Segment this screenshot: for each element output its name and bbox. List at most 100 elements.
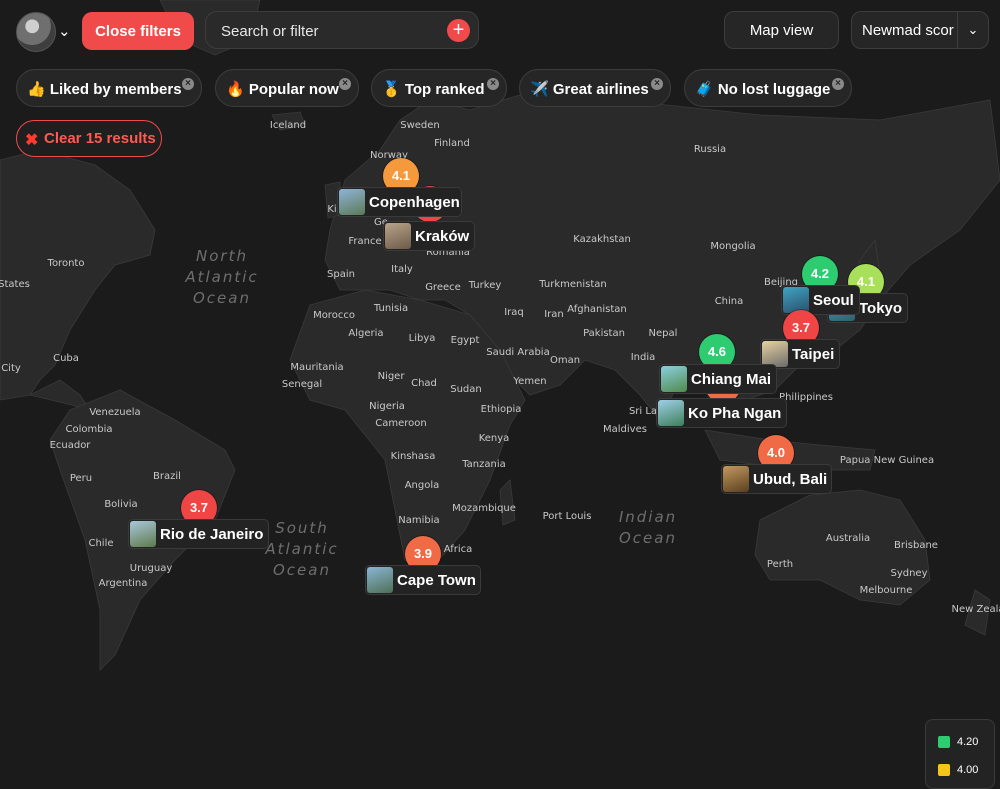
place-label: Maldives (603, 424, 647, 435)
place-label: Libya (409, 333, 436, 344)
chip-label: 🥇 Top ranked (382, 81, 485, 98)
clear-results-button[interactable]: ✖ Clear 15 results (16, 120, 162, 157)
place-label: Turkey (468, 280, 502, 291)
city-name: Kraków (415, 228, 470, 245)
chevron-down-icon[interactable]: ⌄ (58, 22, 71, 40)
filter-chip-liked-by-members[interactable]: 👍 Liked by members × (16, 69, 202, 107)
place-label: Oman (550, 355, 580, 366)
city-name: Taipei (792, 346, 835, 363)
place-label: Chile (88, 538, 113, 549)
plus-icon[interactable]: + (447, 19, 470, 42)
city-thumbnail (783, 287, 809, 313)
place-label: Peru (70, 473, 92, 484)
place-label: Bolivia (104, 499, 137, 510)
city-thumbnail (723, 466, 749, 492)
filter-chip-no-lost-luggage[interactable]: 🧳 No lost luggage × (684, 69, 852, 107)
place-label: Namibia (398, 515, 439, 526)
place-label: Sri La (629, 406, 657, 417)
place-label: Sudan (450, 384, 482, 395)
chip-label: 🔥 Popular now (226, 81, 339, 98)
place-label: Kazakhstan (573, 234, 631, 245)
city-name: Seoul (813, 292, 854, 309)
place-label: Ki (327, 204, 336, 215)
ocean-label-south-atlantic: South Atlantic Ocean (264, 519, 338, 579)
sort-select-value: Newmad score (862, 22, 954, 39)
close-icon[interactable]: × (651, 78, 663, 90)
clear-results-label: Clear 15 results (44, 130, 156, 147)
filter-chip-top-ranked[interactable]: 🥇 Top ranked × (371, 69, 507, 107)
close-icon[interactable]: × (832, 78, 844, 90)
place-label: Port Louis (543, 511, 592, 522)
city-card-ko-pha-ngan[interactable]: Ko Pha Ngan (656, 398, 787, 428)
place-label: Iceland (270, 120, 306, 131)
place-label: India (631, 352, 656, 363)
city-thumbnail (658, 400, 684, 426)
close-icon[interactable]: × (182, 78, 194, 90)
place-label: Egypt (451, 335, 480, 346)
city-thumbnail (367, 567, 393, 593)
place-label: Australia (826, 533, 870, 544)
world-map[interactable]: North Atlantic Ocean South Atlantic Ocean In… (0, 0, 1000, 782)
filter-chip-great-airlines[interactable]: ✈️ Great airlines × (519, 69, 671, 107)
place-label: Argentina (99, 578, 148, 589)
city-card-cape-town[interactable]: Cape Town (365, 565, 481, 595)
place-label: Ethiopia (481, 404, 522, 415)
place-label: Angola (405, 480, 440, 491)
place-label: Senegal (282, 379, 322, 390)
chip-label: 🧳 No lost luggage (695, 81, 831, 98)
place-label: Saudi Arabia (486, 347, 549, 358)
city-name: Ko Pha Ngan (688, 405, 782, 422)
city-card-ubud-bali[interactable]: Ubud, Bali (721, 464, 832, 494)
filter-chip-popular-now[interactable]: 🔥 Popular now × (215, 69, 359, 107)
place-label: Russia (694, 144, 726, 155)
legend-item: 4.20 (938, 736, 979, 749)
search-input[interactable] (219, 20, 433, 42)
place-label: Yemen (512, 376, 546, 387)
city-name: Tokyo (859, 300, 903, 317)
city-name: Cape Town (397, 572, 476, 589)
place-label: Venezuela (89, 407, 140, 418)
place-label: Chad (411, 378, 437, 389)
ocean-label-indian: Indian Ocean (619, 508, 677, 547)
place-label: Iran (544, 309, 564, 320)
place-label: Algeria (348, 328, 383, 339)
search-bar[interactable]: + (205, 11, 479, 49)
place-label: Ecuador (50, 440, 92, 451)
place-label: China (715, 296, 744, 307)
place-label: Kenya (479, 433, 510, 444)
close-filters-button[interactable]: Close filters (82, 12, 194, 50)
chevron-down-icon[interactable]: ⌄ (957, 12, 988, 48)
place-label: New Zeala (951, 604, 1000, 615)
chip-label: ✈️ Great airlines (530, 81, 649, 98)
city-card-copenhagen[interactable]: Copenhagen (337, 187, 462, 217)
place-label: Tanzania (461, 459, 506, 470)
city-thumbnail (130, 521, 156, 547)
map-view-button[interactable]: Map view (724, 11, 839, 49)
place-label: Finland (434, 138, 470, 149)
place-label: States (0, 279, 30, 290)
sort-select[interactable]: Newmad score ⌄ (851, 11, 989, 49)
close-icon[interactable]: × (339, 78, 351, 90)
legend-value: 4.20 (957, 736, 979, 748)
place-label: Brisbane (894, 540, 938, 551)
avatar[interactable] (16, 12, 56, 52)
place-label: Perth (767, 559, 793, 570)
place-label: Kinshasa (391, 451, 436, 462)
place-label: Philippines (779, 392, 833, 403)
place-label: Mauritania (290, 362, 343, 373)
close-icon[interactable]: × (487, 78, 499, 90)
place-label: Mozambique (452, 503, 516, 514)
place-label: Uruguay (130, 563, 173, 574)
place-label: Toronto (47, 258, 85, 269)
city-thumbnail (661, 366, 687, 392)
city-card-chiang-mai[interactable]: Chiang Mai (659, 364, 777, 394)
place-label: Africa (444, 544, 473, 555)
legend-item: 4.00 (938, 764, 979, 777)
legend-value: 4.00 (957, 764, 979, 776)
place-label: Brazil (153, 471, 181, 482)
place-label: Spain (327, 269, 355, 280)
city-card-rio-de-janeiro[interactable]: Rio de Janeiro (128, 519, 269, 549)
city-name: Copenhagen (369, 194, 460, 211)
city-card-krakow[interactable]: Kraków (383, 221, 475, 251)
top-bar: ⌄ Close filters + Map view Newmad score … (0, 0, 1000, 60)
